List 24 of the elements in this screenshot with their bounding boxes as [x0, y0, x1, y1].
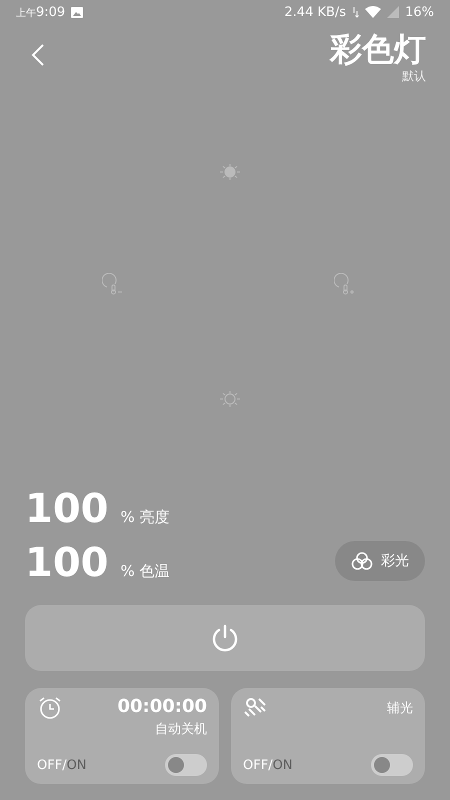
image-icon: [71, 6, 84, 18]
wifi-icon: [365, 6, 382, 18]
reading-label: % 亮度: [120, 508, 170, 528]
timer-text: 00:00:00: [117, 696, 207, 718]
off-on-label: OFF/ON: [243, 758, 293, 773]
timer-label: 自动关机: [155, 721, 207, 738]
status-time: 上午9:09: [16, 4, 66, 20]
reading-label: % 色温: [120, 562, 170, 582]
mode-label: 默认: [402, 68, 426, 86]
network-speed: 2.44 KB/s: [284, 4, 346, 20]
three-circles-icon: [351, 551, 373, 572]
page-title: 彩色灯: [330, 30, 426, 68]
toggle-switch[interactable]: [165, 754, 207, 776]
data-arrows-icon: [352, 6, 360, 18]
toggle-switch[interactable]: [371, 754, 413, 776]
color-light-button[interactable]: 彩光: [335, 541, 425, 582]
battery-text: 16%: [405, 4, 434, 20]
power-button[interactable]: [25, 605, 425, 672]
reading-value: 100: [25, 485, 108, 534]
fill-light-label: 辅光: [387, 700, 413, 718]
alarm-clock-icon: [37, 696, 63, 720]
signal-icon: [387, 6, 400, 18]
reading-value: 100: [25, 539, 108, 588]
off-on-label: OFF/ON: [37, 758, 87, 773]
